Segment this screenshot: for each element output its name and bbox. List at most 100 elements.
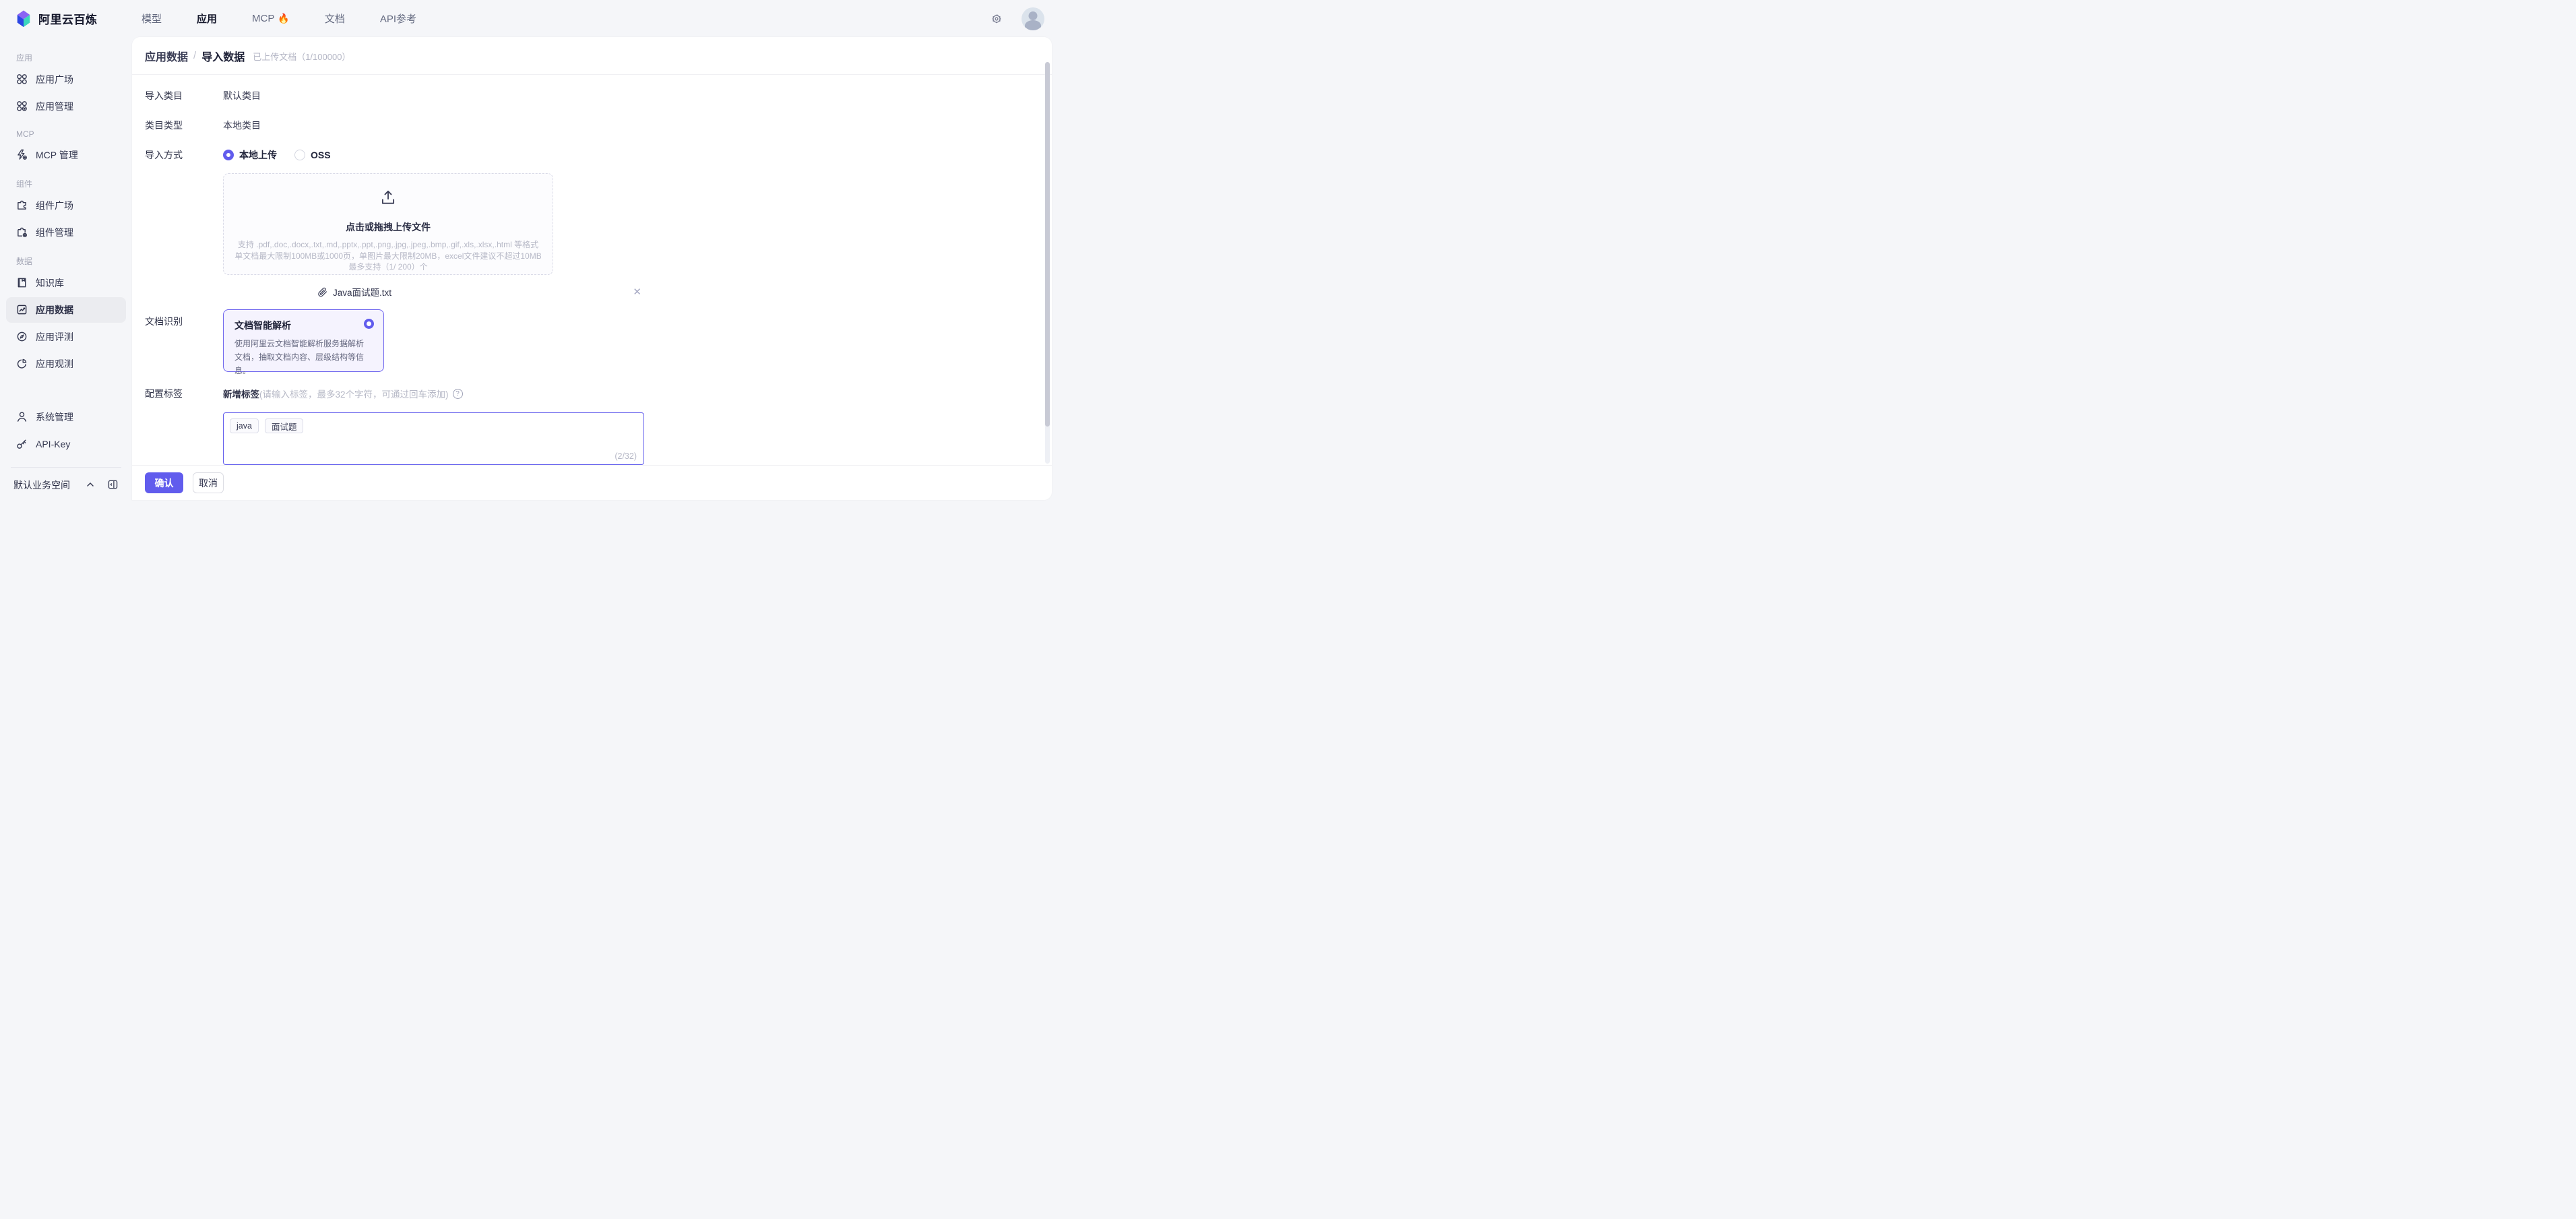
sidebar-divider: [11, 467, 121, 468]
breadcrumb-parent[interactable]: 应用数据: [145, 48, 188, 64]
category-type-value: 本地类目: [223, 119, 261, 132]
sidebar-item-label: 应用数据: [36, 303, 73, 317]
remove-file-icon[interactable]: ✕: [630, 286, 644, 299]
upload-title: 点击或拖拽上传文件: [224, 220, 553, 234]
import-category-label: 导入类目: [145, 89, 223, 102]
nav-tab-mcp-label: MCP: [252, 13, 274, 24]
sidebar-item-label: 应用广场: [36, 73, 73, 86]
uploaded-docs-count: 已上传文档（1/100000）: [253, 49, 350, 63]
sidebar-spacer: [0, 377, 132, 404]
upload-hint-limits: 单文档最大限制100MB或1000页，单图片最大限制20MB，excel文件建议…: [224, 251, 553, 262]
sidebar-item-app-manage[interactable]: 应用管理: [6, 94, 126, 119]
tag-chip-list: java 面试题: [230, 418, 637, 433]
import-form: 导入类目 默认类目 类目类型 本地类目 导入方式 本地上传: [132, 75, 1052, 465]
sidebar-item-api-key[interactable]: API-Key: [6, 431, 126, 457]
sidebar-section-apps: 应用: [16, 52, 116, 63]
brand[interactable]: 阿里云百炼: [0, 9, 132, 28]
fire-icon: 🔥: [278, 13, 289, 24]
radio-local-upload[interactable]: 本地上传: [223, 148, 277, 162]
topbar-right: [991, 7, 1057, 30]
row-tags: 配置标签 新增标签 (请输入标签，最多32个字符，可通过回车添加) ?: [132, 387, 1052, 400]
question-circle-icon[interactable]: ?: [453, 389, 463, 399]
book-icon: [16, 277, 28, 289]
uploaded-file-name: Java面试题.txt: [333, 285, 391, 299]
tags-helper-title: 新增标签: [223, 387, 259, 400]
doc-parse-option-card[interactable]: 文档智能解析 使用阿里云文档智能解析服务据解析文档，抽取文档内容、层级结构等信息…: [223, 309, 384, 372]
scrollbar-thumb[interactable]: [1045, 62, 1050, 427]
sidebar-item-component-manage[interactable]: 组件管理: [6, 220, 126, 245]
uploaded-file-row: Java面试题.txt ✕: [314, 283, 644, 301]
lightning-icon: [16, 149, 28, 161]
category-type-label: 类目类型: [145, 119, 223, 132]
main-panel: 应用数据 / 导入数据 已上传文档（1/100000） 导入类目 默认类目 类目…: [132, 37, 1052, 500]
chevron-up-icon[interactable]: [86, 480, 96, 491]
sidebar-item-app-evaluation[interactable]: 应用评测: [6, 324, 126, 350]
tags-helper: 新增标签 (请输入标签，最多32个字符，可通过回车添加) ?: [223, 387, 463, 400]
tags-label: 配置标签: [145, 387, 223, 400]
nav-tab-apps[interactable]: 应用: [197, 11, 217, 26]
upload-hint-count: 最多支持（1/ 200）个: [224, 261, 553, 273]
sidebar-section-components: 组件: [16, 178, 116, 189]
compass-icon: [16, 331, 28, 343]
tag-counter: (2/32): [615, 451, 637, 461]
sidebar-item-component-plaza[interactable]: 组件广场: [6, 193, 126, 218]
grid-icon: [16, 73, 28, 86]
sidebar-item-app-plaza[interactable]: 应用广场: [6, 67, 126, 92]
radio-oss[interactable]: OSS: [294, 150, 331, 160]
doc-parse-description: 使用阿里云文档智能解析服务据解析文档，抽取文档内容、层级结构等信息。: [234, 337, 371, 377]
sidebar-item-app-observation[interactable]: 应用观测: [6, 351, 126, 377]
workspace-switcher[interactable]: 默认业务空间: [0, 474, 132, 493]
tags-input[interactable]: java 面试题 (2/32): [223, 412, 644, 465]
import-category-value: 默认类目: [223, 89, 261, 102]
upload-hint-formats: 支持 .pdf,.doc,.docx,.txt,.md,.pptx,.ppt,.…: [224, 239, 553, 251]
body-row: 应用 应用广场 应用管理 MCP: [0, 37, 1057, 500]
upload-icon: [379, 189, 397, 206]
collapse-panel-icon[interactable]: [108, 480, 119, 491]
doc-parse-title: 文档智能解析: [234, 319, 373, 332]
radio-oss-label: OSS: [311, 150, 331, 160]
upload-area-wrap: 点击或拖拽上传文件 支持 .pdf,.doc,.docx,.txt,.md,.p…: [223, 173, 1052, 301]
app-window: 阿里云百炼 模型 应用 MCP 🔥 文档 API参考: [0, 0, 1057, 500]
row-import-method: 导入方式 本地上传 OSS: [132, 146, 1052, 164]
import-method-label: 导入方式: [145, 148, 223, 162]
row-import-category: 导入类目 默认类目: [132, 87, 1052, 104]
sidebar-item-label: API-Key: [36, 439, 70, 449]
confirm-button[interactable]: 确认: [145, 472, 183, 493]
sidebar-item-label: 组件广场: [36, 199, 73, 212]
sidebar-item-label: 应用管理: [36, 100, 73, 113]
sidebar-item-system-manage[interactable]: 系统管理: [6, 404, 126, 430]
puzzle-manage-icon: [16, 226, 28, 239]
gear-icon[interactable]: [991, 13, 1003, 25]
key-icon: [16, 438, 28, 450]
sidebar-item-label: 知识库: [36, 276, 64, 290]
sidebar-item-label: 系统管理: [36, 410, 73, 424]
tag-chip[interactable]: java: [230, 418, 259, 433]
radio-unselected-icon: [294, 150, 305, 160]
sidebar-item-app-data[interactable]: 应用数据: [6, 297, 126, 323]
avatar[interactable]: [1022, 7, 1044, 30]
upload-dropzone[interactable]: 点击或拖拽上传文件 支持 .pdf,.doc,.docx,.txt,.md,.p…: [223, 173, 553, 275]
topbar: 阿里云百炼 模型 应用 MCP 🔥 文档 API参考: [0, 0, 1057, 37]
brand-name: 阿里云百炼: [38, 10, 98, 27]
nav-tab-models[interactable]: 模型: [142, 11, 162, 26]
tag-chip[interactable]: 面试题: [265, 418, 304, 433]
radio-local-upload-label: 本地上传: [239, 148, 277, 162]
sidebar-item-label: 组件管理: [36, 226, 73, 239]
sidebar-item-mcp-manage[interactable]: MCP 管理: [6, 142, 126, 168]
sidebar-item-knowledge-base[interactable]: 知识库: [6, 270, 126, 296]
nav-tab-docs[interactable]: 文档: [325, 11, 345, 26]
row-category-type: 类目类型 本地类目: [132, 117, 1052, 134]
nav-tab-api[interactable]: API参考: [380, 11, 416, 26]
radio-selected-icon: [223, 150, 234, 160]
sidebar-section-data: 数据: [16, 255, 116, 267]
avatar-head: [1029, 11, 1038, 20]
brand-logo-icon: [15, 9, 32, 28]
upload-hints: 支持 .pdf,.doc,.docx,.txt,.md,.pptx,.ppt,.…: [224, 239, 553, 273]
row-doc-recognition: 文档识别 文档智能解析 使用阿里云文档智能解析服务据解析文档，抽取文档内容、层级…: [132, 309, 1052, 372]
nav-tab-mcp[interactable]: MCP 🔥: [252, 13, 290, 24]
tags-helper-hint: (请输入标签，最多32个字符，可通过回车添加): [259, 387, 449, 400]
radio-selected-icon[interactable]: [364, 319, 374, 329]
breadcrumb-current: 导入数据: [201, 48, 245, 64]
cancel-button[interactable]: 取消: [193, 472, 224, 493]
sidebar-item-label: MCP 管理: [36, 148, 78, 162]
